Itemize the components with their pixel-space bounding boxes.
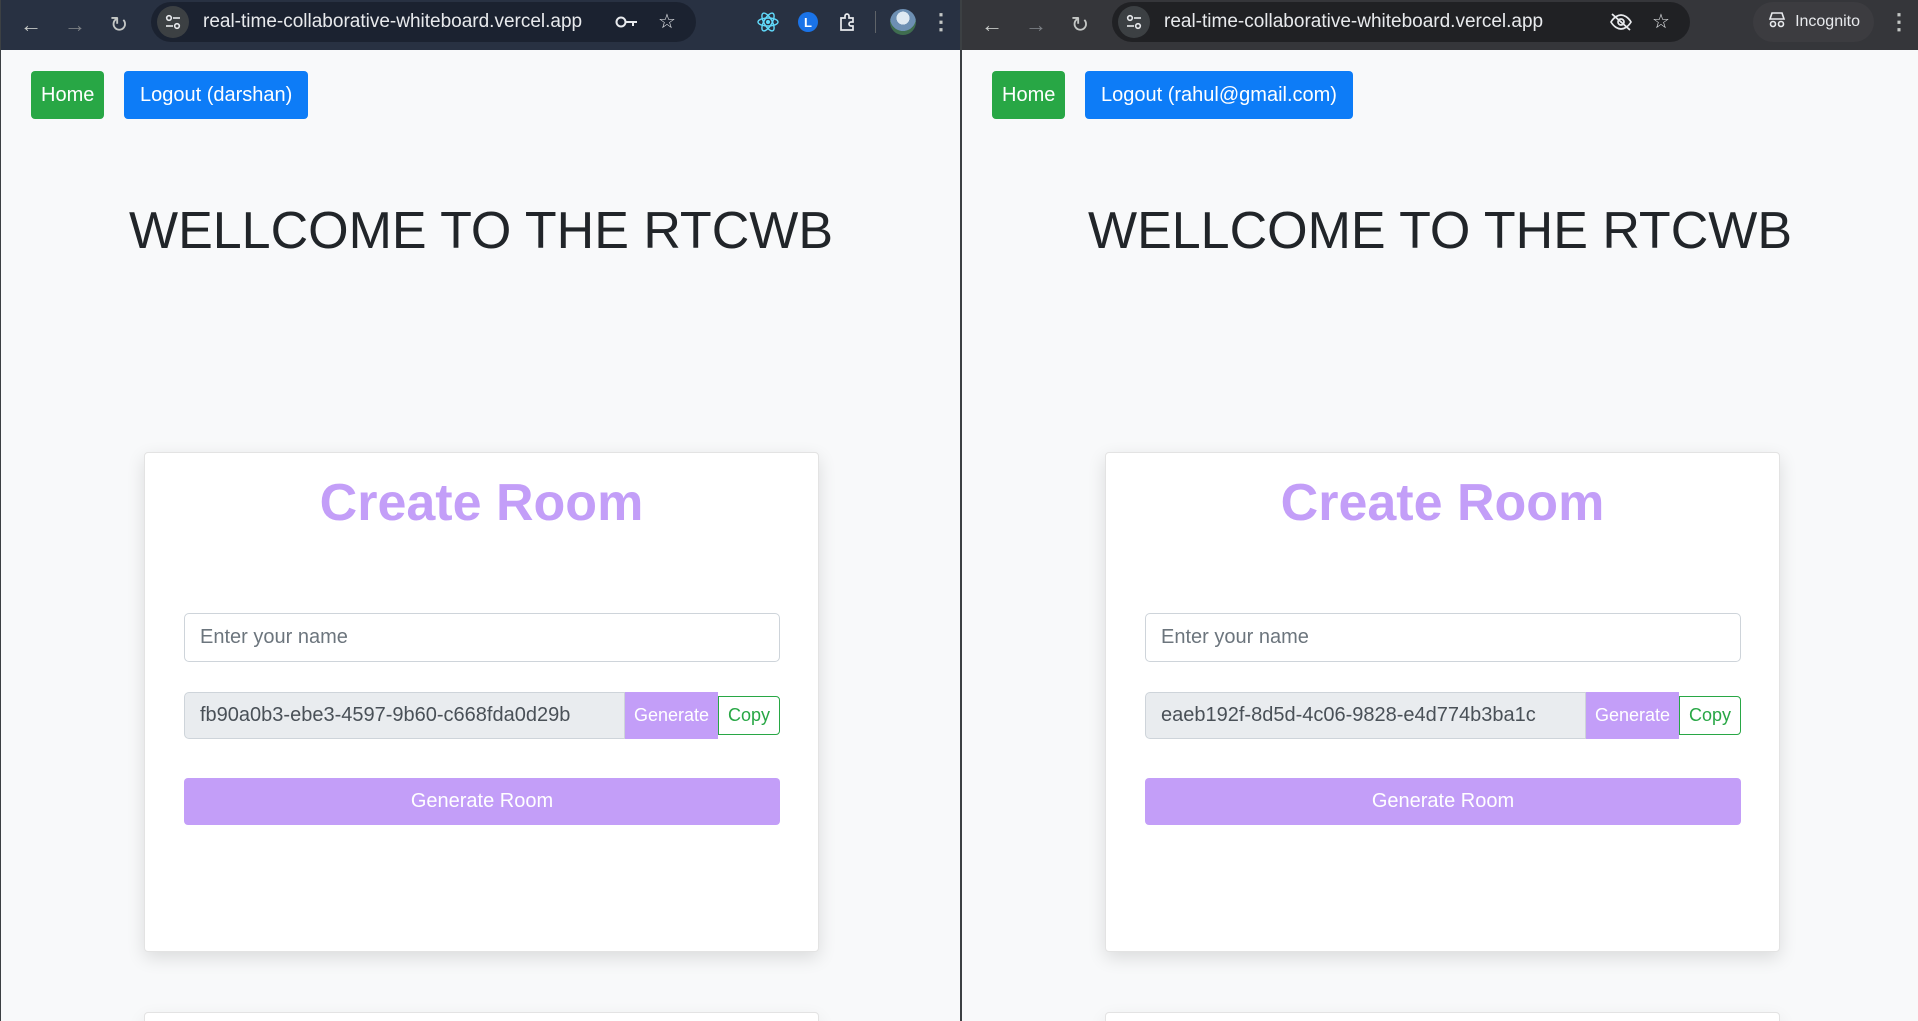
card-title: Create Room [1280, 474, 1605, 532]
key-icon[interactable] [614, 9, 640, 35]
arrow-right-icon[interactable]: → [1014, 5, 1058, 45]
browser-toolbar: ← → ↻ real-time-collaborative-whiteboard… [1, 0, 960, 50]
svg-text:L: L [804, 15, 812, 30]
lastpass-icon[interactable]: L [795, 9, 821, 35]
puzzle-icon[interactable] [835, 9, 861, 35]
generate-room-button[interactable]: Generate Room [1145, 778, 1741, 825]
extensions-area: L ⋮ [755, 0, 952, 44]
join-room-card [144, 1012, 819, 1021]
generate-id-button[interactable]: Generate [1586, 692, 1679, 739]
copy-id-button[interactable]: Copy [718, 696, 780, 735]
name-input[interactable] [1145, 613, 1741, 662]
tune-icon[interactable] [1118, 6, 1150, 38]
arrow-right-icon[interactable]: → [53, 5, 97, 45]
star-icon[interactable]: ☆ [1648, 9, 1674, 35]
home-button[interactable]: Home [992, 71, 1066, 119]
generate-room-button[interactable]: Generate Room [184, 778, 780, 825]
room-id-field: eaeb192f-8d5d-4c06-9828-e4d774b3ba1c [1145, 692, 1586, 739]
eye-off-icon[interactable] [1608, 9, 1634, 35]
arrow-left-icon[interactable]: ← [9, 5, 53, 45]
web-page: Home Logout (darshan) WELLCOME TO THE RT… [1, 50, 960, 1021]
avatar-icon[interactable] [890, 9, 916, 35]
extensions-area: Incognito ⋮ [1753, 0, 1910, 44]
join-room-card [1105, 1012, 1780, 1021]
reload-icon[interactable]: ↻ [1058, 5, 1102, 45]
address-bar[interactable]: real-time-collaborative-whiteboard.verce… [151, 2, 696, 42]
star-icon[interactable]: ☆ [654, 9, 680, 35]
left-browser-window: ← → ↻ real-time-collaborative-whiteboard… [0, 0, 960, 1021]
tune-icon[interactable] [157, 6, 189, 38]
welcome-heading: WELLCOME TO THE RTCWB [128, 202, 834, 260]
incognito-label: Incognito [1795, 13, 1860, 30]
url-text: real-time-collaborative-whiteboard.verce… [1164, 11, 1544, 32]
home-button[interactable]: Home [31, 71, 105, 119]
copy-id-button[interactable]: Copy [1679, 696, 1741, 735]
room-id-field: fb90a0b3-ebe3-4597-9b60-c668fda0d29b [184, 692, 625, 739]
reload-icon[interactable]: ↻ [97, 5, 141, 45]
room-id-group: fb90a0b3-ebe3-4597-9b60-c668fda0d29b Gen… [184, 692, 780, 739]
url-text: real-time-collaborative-whiteboard.verce… [203, 11, 583, 32]
toolbar-separator [875, 11, 876, 33]
create-room-card: Create Room eaeb192f-8d5d-4c06-9828-e4d7… [1105, 452, 1780, 952]
screen: ← → ↻ real-time-collaborative-whiteboard… [0, 0, 1918, 1021]
browser-toolbar: ← → ↻ real-time-collaborative-whiteboard… [962, 0, 1918, 50]
generate-id-button[interactable]: Generate [625, 692, 718, 739]
logout-button[interactable]: Logout (darshan) [124, 71, 309, 119]
arrow-left-icon[interactable]: ← [970, 5, 1014, 45]
react-icon[interactable] [755, 9, 781, 35]
logout-button[interactable]: Logout (rahul@gmail.com) [1085, 71, 1353, 119]
incognito-badge[interactable]: Incognito [1753, 2, 1874, 42]
incognito-icon [1767, 11, 1787, 34]
create-room-card: Create Room fb90a0b3-ebe3-4597-9b60-c668… [144, 452, 819, 952]
web-page: Home Logout (rahul@gmail.com) WELLCOME T… [962, 50, 1918, 1021]
room-id-group: eaeb192f-8d5d-4c06-9828-e4d774b3ba1c Gen… [1145, 692, 1741, 739]
right-browser-window: ← → ↻ real-time-collaborative-whiteboard… [962, 0, 1918, 1021]
name-input[interactable] [184, 613, 780, 662]
card-title: Create Room [319, 474, 644, 532]
welcome-heading: WELLCOME TO THE RTCWB [1087, 202, 1793, 260]
address-bar[interactable]: real-time-collaborative-whiteboard.verce… [1112, 2, 1690, 42]
kebab-menu-icon[interactable]: ⋮ [1888, 9, 1910, 35]
kebab-menu-icon[interactable]: ⋮ [930, 9, 952, 35]
